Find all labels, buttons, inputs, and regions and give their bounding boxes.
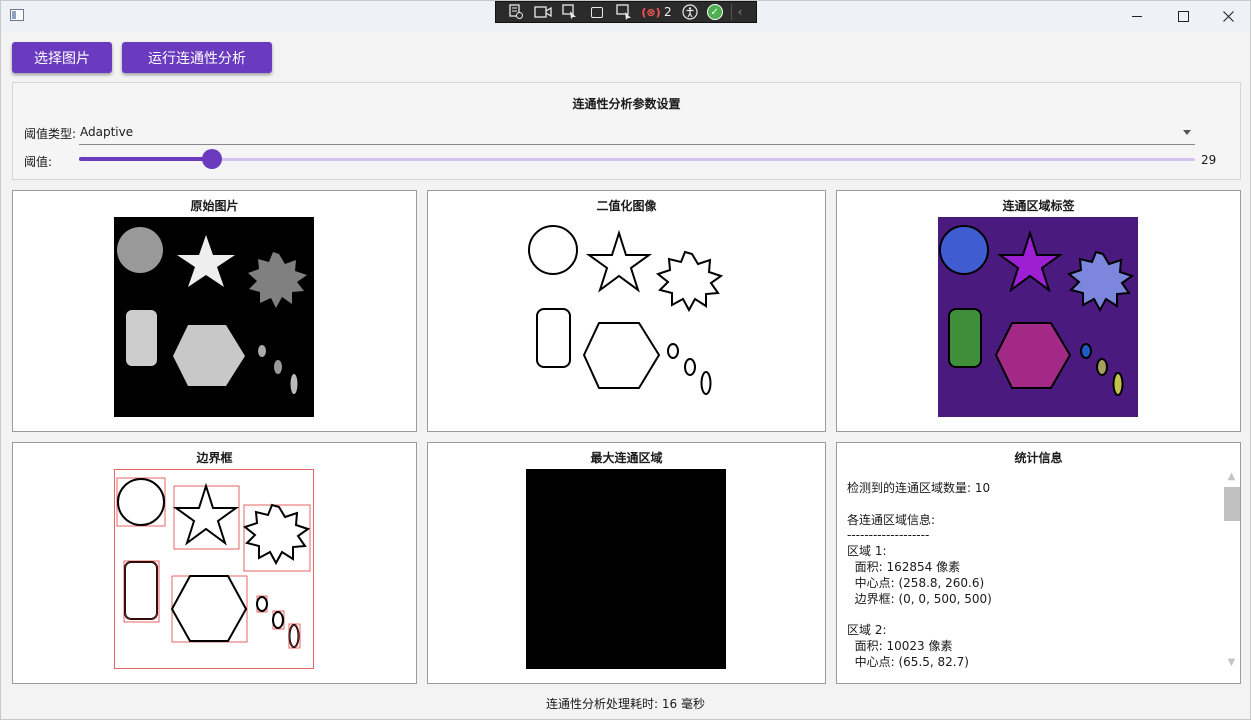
minimize-button[interactable] — [1114, 1, 1160, 31]
camera-icon[interactable] — [533, 4, 553, 20]
collapse-chevron-icon[interactable]: ‹ — [738, 5, 743, 19]
scroll-down-icon[interactable]: ▼ — [1223, 657, 1240, 671]
threshold-label: 阈值: — [24, 155, 53, 169]
panel-title: 二值化图像 — [596, 199, 657, 213]
threshold-value: 29 — [1201, 153, 1217, 167]
panel-title: 统计信息 — [1014, 451, 1063, 465]
app-icon — [10, 9, 24, 21]
largest-region-image — [526, 469, 726, 669]
scroll-up-icon[interactable]: ▲ — [1223, 471, 1240, 485]
stats-text: 检测到的连通区域数量: 10 各连通区域信息: ----------------… — [847, 481, 992, 669]
accessibility-icon[interactable] — [680, 4, 700, 20]
check-icon[interactable]: ✓ — [706, 4, 723, 20]
label-image-panel: 连通区域标签 — [836, 190, 1241, 432]
binding-failures-icon[interactable]: (⊗) — [641, 4, 661, 20]
threshold-type-label: 阈值类型: — [24, 127, 77, 141]
panel-title: 边界框 — [196, 451, 233, 465]
track-focus-icon[interactable] — [614, 4, 634, 20]
display-layout-adorner-icon[interactable] — [587, 4, 607, 20]
select-image-button[interactable]: 选择图片 — [12, 42, 112, 73]
threshold-slider[interactable] — [79, 149, 1195, 169]
slider-thumb[interactable] — [201, 149, 222, 169]
status-footer: 连通性分析处理耗时: 16 毫秒 — [546, 697, 705, 711]
original-image — [114, 217, 314, 417]
params-panel: 连通性分析参数设置 阈值类型: Adaptive 阈值: 29 — [12, 82, 1241, 180]
binary-image — [528, 225, 724, 395]
panel-title: 最大连通区域 — [590, 451, 663, 465]
panel-title: 原始图片 — [190, 199, 239, 213]
select-element-icon[interactable] — [560, 4, 580, 20]
toolbar-separator — [730, 4, 732, 20]
title-bar: (⊗) 2 ✓ ‹ — [1, 1, 1250, 31]
threshold-type-value: Adaptive — [80, 125, 134, 139]
panel-title: 连通区域标签 — [1002, 199, 1075, 213]
app-window: (⊗) 2 ✓ ‹ 选择图片 运行连通性分析 连通性分析参数设置 阈值类型: A… — [0, 0, 1251, 720]
bounding-box-panel: 边界框 — [12, 442, 417, 684]
threshold-type-select[interactable]: Adaptive — [79, 123, 1195, 145]
params-title: 连通性分析参数设置 — [572, 97, 681, 111]
close-icon — [1222, 10, 1234, 22]
largest-region-panel: 最大连通区域 — [427, 442, 826, 684]
close-button[interactable] — [1205, 1, 1251, 31]
slider-fill — [79, 157, 212, 161]
binary-image-panel: 二值化图像 — [427, 190, 826, 432]
run-analysis-button[interactable]: 运行连通性分析 — [122, 42, 272, 73]
stats-scrollbar[interactable]: ▲ ▼ — [1223, 471, 1240, 671]
chevron-down-icon — [1183, 130, 1191, 135]
label-image — [938, 217, 1138, 417]
slider-track — [79, 158, 1195, 161]
original-image-panel: 原始图片 — [12, 190, 417, 432]
maximize-button[interactable] — [1160, 1, 1206, 31]
bounding-box-image — [114, 469, 314, 669]
live-visual-tree-icon[interactable] — [506, 4, 526, 20]
debug-toolbar: (⊗) 2 ✓ ‹ — [495, 1, 757, 23]
stats-panel: 统计信息 检测到的连通区域数量: 10 各连通区域信息: -----------… — [836, 442, 1241, 684]
scroll-thumb[interactable] — [1224, 487, 1240, 521]
binding-failures-count: 2 — [664, 5, 672, 19]
